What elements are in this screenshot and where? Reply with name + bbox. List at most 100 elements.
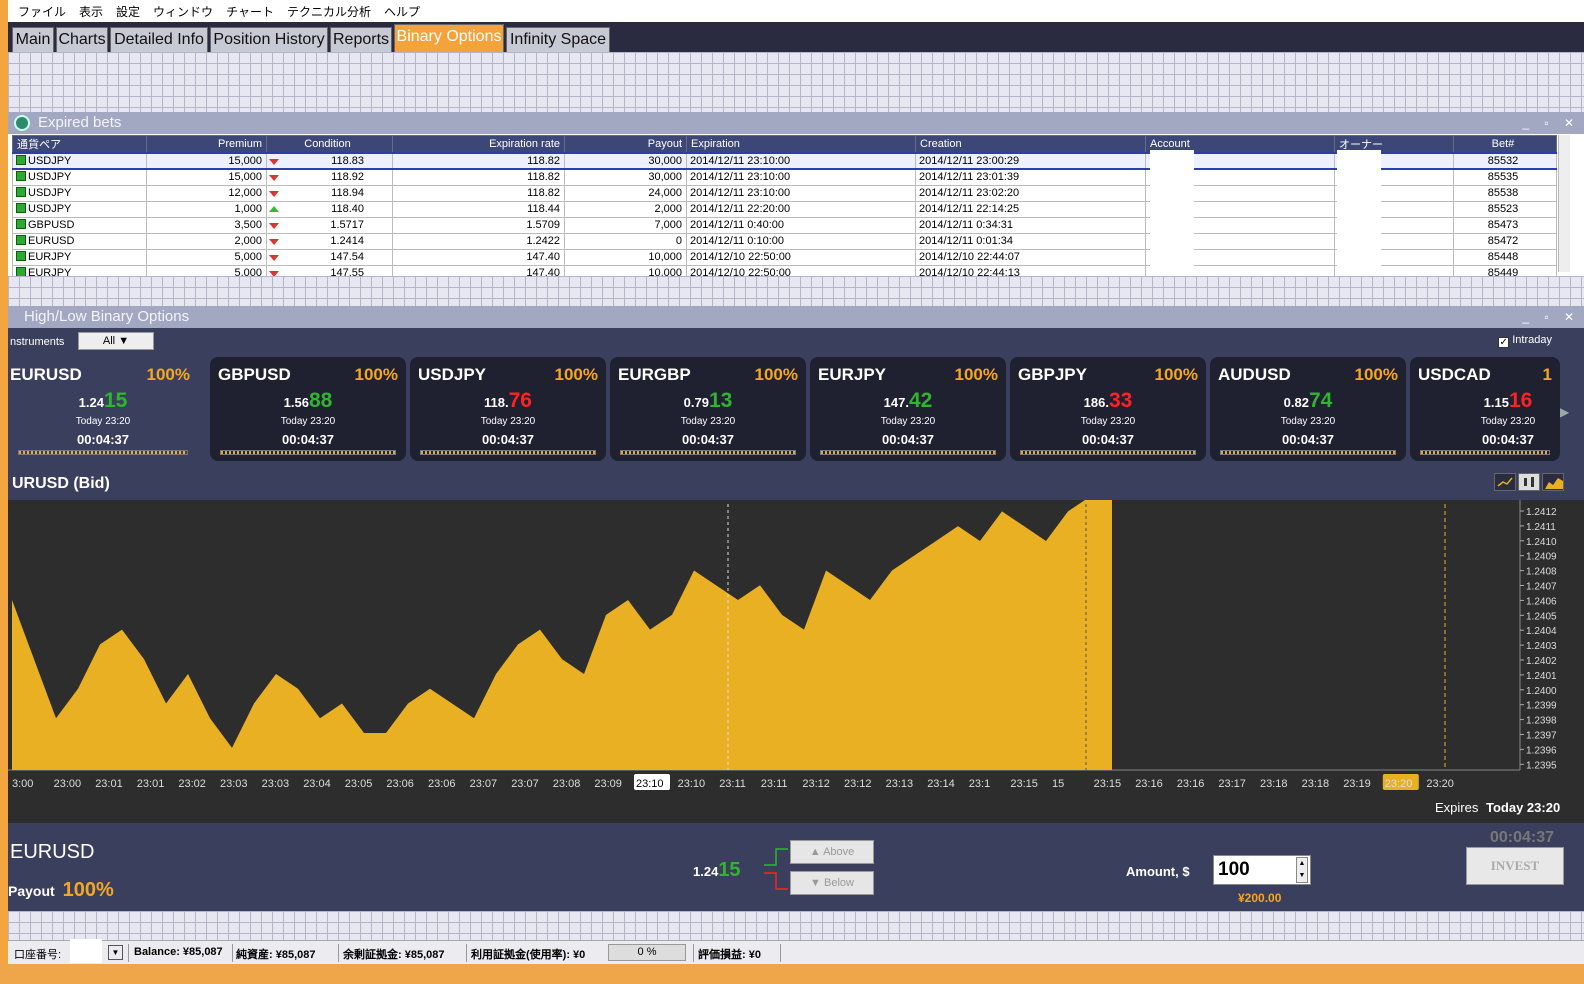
hl-window-controls[interactable]: _ ▫ ✕ — [1522, 306, 1580, 328]
y-tick-label: 1.2399 — [1526, 701, 1557, 712]
pair-name: EURUSD — [28, 235, 75, 247]
tab-reports[interactable]: Reports — [330, 27, 392, 52]
intraday-checkbox[interactable]: ✓ — [1498, 337, 1510, 348]
arrow-down-icon — [269, 159, 279, 165]
col-expiration[interactable]: Expiration — [686, 135, 916, 154]
table-row[interactable]: USDJPY 15,000 118.92 118.82 30,000 2014/12/11… — [12, 168, 1557, 186]
table-row[interactable]: USDJPY 12,000 118.94 118.82 24,000 2014/12/11… — [12, 184, 1557, 202]
card-symbol: AUDUSD — [1218, 365, 1291, 384]
menu-file[interactable]: ファイル — [18, 3, 66, 20]
col-bet-number[interactable]: Bet# — [1453, 135, 1557, 154]
card-countdown: 00:04:37 — [1481, 432, 1535, 447]
card-progress-bar — [1020, 450, 1196, 455]
col-expiration-rate[interactable]: Expiration rate — [392, 135, 565, 154]
intraday-toggle[interactable]: ✓ Intraday — [1498, 334, 1552, 348]
pair-chart-icon — [16, 187, 26, 197]
x-tick-label: 23:17 — [1218, 778, 1246, 790]
instrument-card[interactable]: AUDUSD 100% 0.8274 Today 23:20 00:04:37 — [1210, 357, 1406, 461]
amount-stepper[interactable]: ▲ ▼ — [1296, 857, 1308, 883]
card-expiry-time: Today 23:20 — [280, 416, 336, 427]
y-tick-label: 1.2401 — [1526, 671, 1557, 682]
instrument-card[interactable]: EURJPY 100% 147.42 Today 23:20 00:04:37 — [810, 357, 1006, 461]
tab-charts[interactable]: Charts — [56, 27, 108, 52]
below-button[interactable]: ▼ Below — [790, 871, 874, 895]
cell-exp-rate: 118.82 — [392, 184, 565, 202]
instrument-card[interactable]: GBPUSD 100% 1.5688 Today 23:20 00:04:37 — [210, 357, 406, 461]
table-scrollbar[interactable] — [1558, 135, 1570, 272]
card-rate: 1.1516 — [1410, 389, 1560, 413]
cell-pair: USDJPY — [12, 184, 147, 202]
card-rate: 1.2415 — [8, 389, 198, 413]
table-row[interactable]: GBPUSD 3,500 1.5717 1.5709 7,000 2014/12/11 0… — [12, 216, 1557, 234]
menu-window[interactable]: ウィンドウ — [153, 3, 213, 20]
menu-view[interactable]: 表示 — [79, 3, 103, 20]
col-premium[interactable]: Premium — [146, 135, 267, 154]
instrument-card[interactable]: USDCAD 1 1.1516 Today 23:20 00:04:37 — [1410, 357, 1560, 461]
above-button[interactable]: ▲ Above — [790, 840, 874, 864]
direction-bracket-icon — [764, 848, 788, 890]
menu-help[interactable]: ヘルプ — [384, 3, 420, 20]
amount-label: Amount, $ — [1126, 864, 1190, 879]
account-redaction — [1150, 150, 1194, 274]
panel-window-controls[interactable]: _ ▫ ✕ — [1522, 112, 1580, 134]
used-margin: 利用証拠金(使用率): ¥0 — [471, 949, 586, 961]
menu-chart[interactable]: チャート — [226, 3, 274, 20]
col-creation[interactable]: Creation — [915, 135, 1146, 154]
instrument-card[interactable]: EURGBP 100% 0.7913 Today 23:20 00:04:37 — [610, 357, 806, 461]
card-symbol: EURJPY — [818, 365, 887, 384]
instrument-card[interactable]: GBPJPY 100% 186.33 Today 23:20 00:04:37 — [1010, 357, 1206, 461]
line-chart-icon[interactable] — [1494, 473, 1516, 491]
separator — [232, 944, 233, 962]
pair-name: USDJPY — [28, 155, 72, 167]
x-tick-label: 23:14 — [927, 778, 955, 790]
cell-condition: 147.54 — [266, 248, 393, 266]
card-payout: 100% — [146, 365, 190, 384]
account-dropdown-icon[interactable]: ▼ — [108, 945, 123, 960]
price-chart[interactable]: 1.2412 1.2411 1.2410 1.2409 1.2408 1.2407 1.24… — [8, 496, 1584, 823]
tab-main[interactable]: Main — [12, 27, 54, 52]
instrument-filter-select[interactable]: All ▼ — [78, 332, 154, 350]
invest-button[interactable]: INVEST — [1466, 847, 1564, 885]
cell-expiration: 2014/12/11 23:10:00 — [686, 152, 916, 170]
col-pair[interactable]: 通貨ペア — [12, 135, 147, 154]
chevron-down-icon: ▼ — [118, 335, 130, 347]
candlestick-icon[interactable] — [1518, 473, 1540, 491]
card-rate: 0.8274 — [1210, 389, 1406, 413]
cards-next-arrow-icon[interactable]: ▶ — [1560, 405, 1569, 419]
card-rate-big: 15 — [103, 389, 128, 412]
cell-pair: GBPUSD — [12, 216, 147, 234]
cell-condition: 1.2414 — [266, 232, 393, 250]
price-chart-svg: 1.2412 1.2411 1.2410 1.2409 1.2408 1.2407 1.24… — [8, 496, 1560, 815]
tab-position-history[interactable]: Position History — [210, 27, 328, 52]
card-rate-big: 88 — [308, 389, 333, 412]
card-progress-bar — [420, 450, 596, 455]
card-symbol: EURGBP — [618, 365, 691, 384]
x-tick-label: 23:03 — [220, 778, 248, 790]
col-condition[interactable]: Condition — [266, 135, 393, 154]
table-row[interactable]: EURUSD 2,000 1.2414 1.2422 0 2014/12/11 0:10:… — [12, 232, 1557, 250]
cell-payout: 0 — [564, 232, 687, 250]
account-number-field[interactable] — [70, 939, 102, 963]
x-tick-label: 15 — [1052, 778, 1064, 790]
card-symbol: USDCAD — [1418, 365, 1491, 384]
card-rate: 147.42 — [810, 389, 1006, 413]
below-label: Below — [823, 877, 854, 889]
chart-header: URUSD (Bid) — [8, 466, 1584, 500]
card-expiry-time: Today 23:20 — [480, 416, 536, 427]
x-tick-label: 23:03 — [262, 778, 290, 790]
table-row[interactable]: USDJPY 1,000 118.40 118.44 2,000 2014/12/11 2… — [12, 200, 1557, 218]
instrument-card[interactable]: USDJPY 100% 118.76 Today 23:20 00:04:37 — [410, 357, 606, 461]
tab-detailed-info[interactable]: Detailed Info — [110, 27, 208, 52]
x-tick-label: 23:15 — [1094, 778, 1122, 790]
tab-infinity-space[interactable]: Infinity Space — [506, 27, 610, 52]
col-payout[interactable]: Payout — [564, 135, 687, 154]
menu-settings[interactable]: 設定 — [116, 3, 140, 20]
tab-binary-options[interactable]: Binary Options — [394, 24, 504, 52]
pair-name: GBPUSD — [28, 219, 75, 231]
menu-technical[interactable]: テクニカル分析 — [287, 3, 371, 20]
area-chart-icon[interactable] — [1542, 473, 1564, 491]
instrument-card[interactable]: EURUSD 100% 1.2415 Today 23:20 00:04:37 — [8, 357, 198, 461]
table-row[interactable]: USDJPY 15,000 118.83 118.82 30,000 2014/12/11… — [12, 152, 1557, 170]
table-row[interactable]: EURJPY 5,000 147.54 147.40 10,000 2014/12/10 … — [12, 248, 1557, 266]
card-progress-bar — [820, 450, 996, 455]
